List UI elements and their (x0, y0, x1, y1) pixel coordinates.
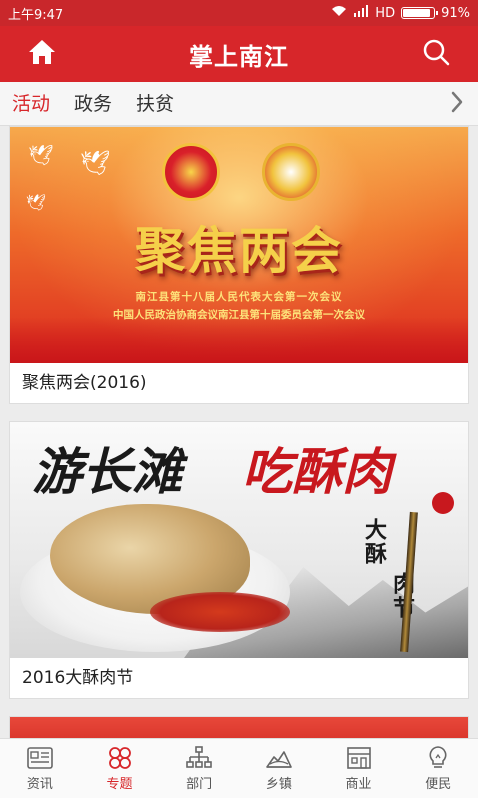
tab-zhengwu[interactable]: 政务 (74, 82, 112, 126)
national-emblem-icon (162, 143, 220, 201)
wifi-icon (331, 5, 347, 21)
topic-card-suroujie[interactable]: 游长滩 吃酥肉 大酥 肉节 2016大酥肉节 (9, 421, 469, 699)
nav-label: 部门 (186, 777, 213, 792)
chili-image (150, 592, 290, 632)
red-flag-decoration (10, 317, 468, 363)
card-caption: 2016大酥肉节 (22, 668, 134, 688)
cppcc-emblem-icon (262, 143, 320, 201)
search-button[interactable] (416, 36, 456, 72)
nav-label: 便民 (425, 777, 452, 792)
battery-percent: 91% (441, 5, 470, 21)
nav-item-towns[interactable]: 乡镇 (239, 739, 319, 798)
banner-subtitle-1: 南江县第十八届人民代表大会第一次会议 (135, 291, 343, 303)
dove-icon: 🕊 (80, 149, 111, 177)
status-bar: 上午9:47 HD 91% (0, 0, 478, 26)
card-caption: 聚焦两会(2016) (22, 373, 147, 393)
chevron-right-icon (450, 91, 464, 117)
signal-icon (353, 5, 369, 21)
nav-item-topics[interactable]: 专题 (80, 739, 160, 798)
nav-label: 乡镇 (265, 777, 292, 792)
lightbulb-icon (425, 745, 451, 771)
app-bar: 掌上南江 (0, 26, 478, 82)
battery-icon (401, 7, 439, 19)
tab-huodong[interactable]: 活动 (12, 82, 50, 126)
tab-fupin[interactable]: 扶贫 (136, 82, 174, 126)
nav-item-departments[interactable]: 部门 (159, 739, 239, 798)
nav-item-news[interactable]: 资讯 (0, 739, 80, 798)
seal-stamp-icon (432, 492, 454, 514)
town-icon (266, 745, 292, 771)
dove-icon: 🕊 (28, 143, 54, 167)
category-tabs: 活动 政务 扶贫 (0, 82, 478, 126)
nav-label: 专题 (106, 777, 133, 792)
search-icon (422, 38, 450, 70)
banner-calligraphy-right: 吃酥肉 (242, 442, 392, 501)
dove-icon: 🕊 (26, 193, 47, 212)
news-icon (27, 745, 53, 771)
tabs-more-button[interactable] (444, 90, 470, 118)
banner-vertical-text-1: 大酥 (361, 518, 387, 566)
topics-icon (107, 745, 133, 771)
nav-item-business[interactable]: 商业 (319, 739, 399, 798)
nav-label: 资讯 (26, 777, 53, 792)
banner-suroujie: 游长滩 吃酥肉 大酥 肉节 (10, 422, 468, 658)
topic-feed: 🕊 🕊 🕊 聚焦两会 南江县第十八届人民代表大会第一次会议 中国人民政治协商会议… (0, 126, 478, 738)
topic-card-partial[interactable] (9, 716, 469, 738)
home-button[interactable] (22, 36, 62, 72)
org-chart-icon (186, 745, 212, 771)
home-icon (28, 39, 56, 69)
banner-calligraphy-left: 游长滩 (32, 442, 182, 501)
bottom-nav: 资讯 专题 部门 乡镇 商业 便民 (0, 738, 478, 798)
status-indicators: HD 91% (331, 5, 470, 21)
nav-label: 商业 (345, 777, 372, 792)
app-title: 掌上南江 (189, 42, 289, 71)
status-time: 上午9:47 (8, 7, 64, 23)
banner-title: 聚焦两会 (135, 221, 343, 280)
network-label: HD (375, 5, 396, 21)
topic-card-lianghui[interactable]: 🕊 🕊 🕊 聚焦两会 南江县第十八届人民代表大会第一次会议 中国人民政治协商会议… (9, 126, 469, 404)
nav-item-services[interactable]: 便民 (398, 739, 478, 798)
banner-lianghui: 🕊 🕊 🕊 聚焦两会 南江县第十八届人民代表大会第一次会议 中国人民政治协商会议… (10, 127, 468, 363)
shop-icon (346, 745, 372, 771)
